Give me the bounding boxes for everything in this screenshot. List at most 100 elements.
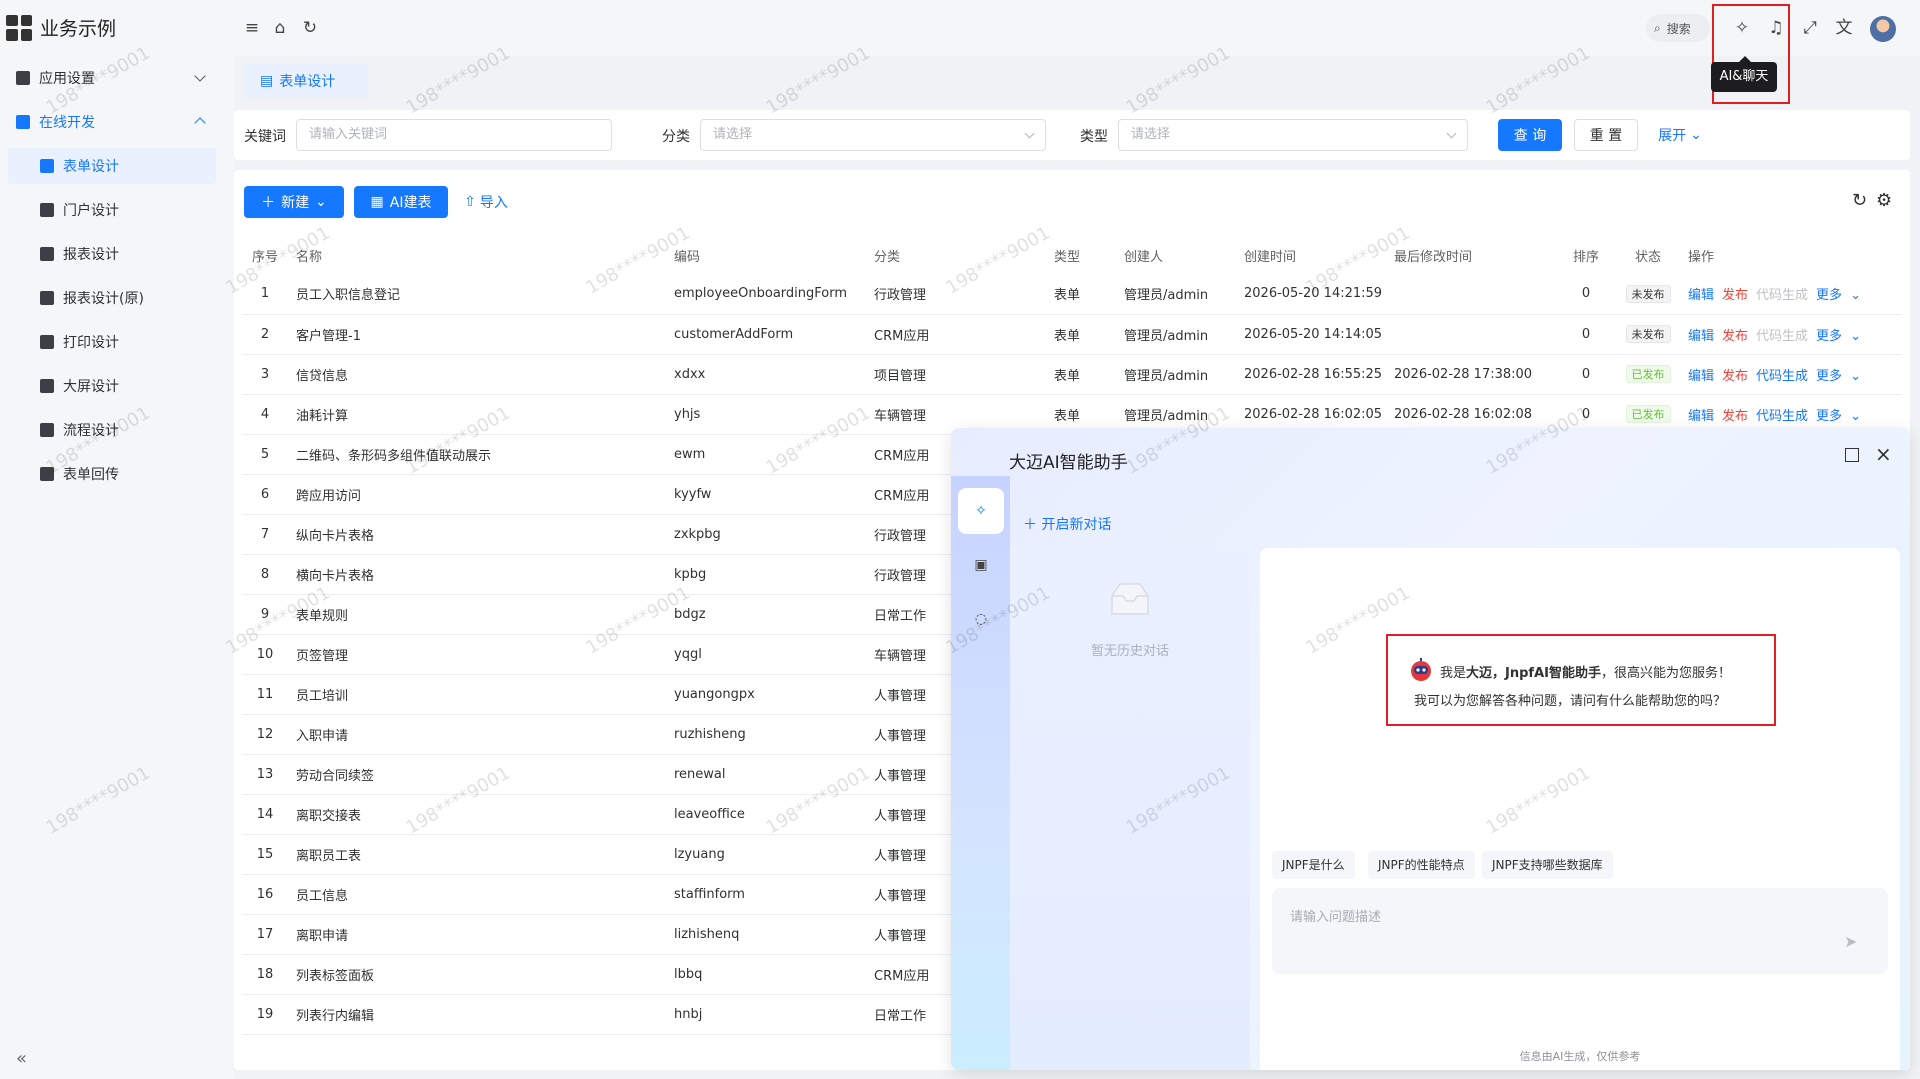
- status-badge: 已发布: [1625, 365, 1671, 383]
- more-link[interactable]: 更多: [1816, 369, 1842, 384]
- publish-link[interactable]: 发布: [1722, 288, 1748, 303]
- type-placeholder: 请选择: [1131, 127, 1171, 142]
- upload-icon: ⇧: [464, 194, 476, 210]
- sidebar-item-report-design-legacy[interactable]: 报表设计(原): [0, 280, 218, 316]
- keyword-input[interactable]: 请输入关键词: [296, 119, 612, 151]
- sidebar-group-online-dev[interactable]: 在线开发: [0, 104, 218, 140]
- table-cell-code: zxkpbg: [666, 514, 866, 555]
- table-cell-sort: 0: [1556, 354, 1616, 395]
- menu-toggle-icon[interactable]: ≡: [242, 18, 262, 38]
- translate-icon[interactable]: 文: [1834, 18, 1854, 38]
- sidebar-item-report-design[interactable]: 报表设计: [0, 236, 218, 272]
- new-button[interactable]: ＋ 新建 ⌄: [244, 186, 344, 218]
- collapse-sidebar-icon[interactable]: «: [16, 1048, 27, 1069]
- message-icon[interactable]: ◌: [958, 596, 1004, 642]
- robot-avatar-icon: [1411, 658, 1431, 681]
- chevron-down-icon: ⌄: [1850, 288, 1861, 304]
- table-cell-creator: 管理员/admin: [1116, 274, 1236, 315]
- col-header: 状态: [1616, 236, 1680, 274]
- table-cell-mtime: [1386, 314, 1556, 355]
- table-cell-code: renewal: [666, 754, 866, 795]
- table-row[interactable]: 3 信贷信息 xdxx 项目管理 表单 管理员/admin 2026-02-28 16:55…: [242, 354, 1902, 395]
- publish-link[interactable]: 发布: [1722, 329, 1748, 344]
- printer-icon: [40, 335, 54, 349]
- gear-icon[interactable]: ⚙: [1876, 190, 1892, 211]
- sidebar-item-portal-design[interactable]: 门户设计: [0, 192, 218, 228]
- app-title: 业务示例: [40, 18, 117, 40]
- table-cell-ctime: 2026-05-20 14:21:59: [1236, 274, 1386, 315]
- publish-link[interactable]: 发布: [1722, 369, 1748, 384]
- codegen-link[interactable]: 代码生成: [1756, 409, 1808, 424]
- ai-build-label: AI建表: [389, 195, 432, 211]
- question-input[interactable]: 请输入问题描述 ➤: [1272, 888, 1888, 974]
- table-cell-name: 横向卡片表格: [288, 554, 666, 595]
- table-cell-ops: 编辑 发布 代码生成 更多 ⌄: [1680, 354, 1902, 395]
- table-cell-no: 17: [242, 914, 288, 955]
- contact-icon[interactable]: ▣: [958, 542, 1004, 588]
- bell-icon[interactable]: ♫: [1766, 18, 1786, 38]
- maximize-icon[interactable]: [1845, 448, 1859, 462]
- plus-icon: ＋: [1023, 517, 1037, 533]
- more-link[interactable]: 更多: [1816, 288, 1842, 303]
- tab-form-design[interactable]: ▤ 表单设计: [244, 64, 368, 98]
- refresh-icon[interactable]: ↻: [1852, 190, 1867, 211]
- chevron-down-icon: ⌄: [315, 194, 327, 210]
- chat-history: 暂无历史对话: [1010, 548, 1250, 1070]
- codegen-link[interactable]: 代码生成: [1756, 288, 1808, 303]
- reset-button[interactable]: 重 置: [1574, 119, 1638, 151]
- chevron-down-icon: ⌄: [1850, 408, 1861, 424]
- query-button[interactable]: 查 询: [1498, 119, 1562, 151]
- ai-chat-icon[interactable]: ✧: [1732, 18, 1752, 38]
- type-select[interactable]: 请选择: [1118, 119, 1468, 151]
- codegen-link[interactable]: 代码生成: [1756, 369, 1808, 384]
- new-chat-button[interactable]: ＋ 开启新对话: [1023, 514, 1111, 534]
- fullscreen-icon[interactable]: ⤢: [1800, 18, 1820, 38]
- table-cell-code: bdgz: [666, 594, 866, 635]
- sidebar-item-label: 打印设计: [63, 335, 119, 351]
- send-icon[interactable]: ➤: [1844, 932, 1874, 958]
- col-header: 操作: [1680, 236, 1902, 274]
- header-search[interactable]: ⌕ 搜索: [1646, 14, 1710, 42]
- table-cell-type: 表单: [1046, 274, 1116, 315]
- suggestion-chip[interactable]: JNPF是什么: [1272, 851, 1355, 879]
- table-cell-no: 13: [242, 754, 288, 795]
- sidebar-item-form-design[interactable]: 表单设计: [8, 148, 216, 184]
- refresh-icon[interactable]: ↻: [300, 18, 320, 38]
- category-select[interactable]: 请选择: [700, 119, 1046, 151]
- more-link[interactable]: 更多: [1816, 329, 1842, 344]
- col-header: 创建人: [1116, 236, 1236, 274]
- avatar[interactable]: [1870, 16, 1896, 42]
- home-icon[interactable]: ⌂: [270, 18, 290, 38]
- close-icon[interactable]: ×: [1875, 442, 1892, 466]
- import-button[interactable]: ⇧ 导入: [456, 186, 516, 218]
- codegen-link[interactable]: 代码生成: [1756, 329, 1808, 344]
- table-cell-code: yhjs: [666, 394, 866, 435]
- edit-link[interactable]: 编辑: [1688, 409, 1714, 424]
- ai-chat-icon[interactable]: ✧: [958, 488, 1004, 534]
- suggestion-chip[interactable]: JNPF的性能特点: [1368, 851, 1475, 879]
- table-cell-no: 7: [242, 514, 288, 555]
- welcome-line-2: 我可以为您解答各种问题，请问有什么能帮助您的吗？: [1414, 694, 1727, 709]
- sidebar-item-screen-design[interactable]: 大屏设计: [0, 368, 218, 404]
- publish-link[interactable]: 发布: [1722, 409, 1748, 424]
- sidebar-item-form-callback[interactable]: 表单回传: [0, 456, 218, 492]
- sidebar-item-print-design[interactable]: 打印设计: [0, 324, 218, 360]
- edit-link[interactable]: 编辑: [1688, 329, 1714, 344]
- suggestion-chip[interactable]: JNPF支持哪些数据库: [1482, 851, 1613, 879]
- category-label: 分类: [662, 129, 690, 145]
- sidebar-group-label: 在线开发: [39, 115, 95, 131]
- table-cell-mtime: 2026-02-28 17:38:00: [1386, 354, 1556, 395]
- form-icon: [40, 159, 54, 173]
- table-cell-ops: 编辑 发布 代码生成 更多 ⌄: [1680, 314, 1902, 355]
- edit-link[interactable]: 编辑: [1688, 369, 1714, 384]
- expand-button[interactable]: 展开 ⌄: [1650, 119, 1710, 151]
- sidebar-item-flow-design[interactable]: 流程设计: [0, 412, 218, 448]
- ai-build-button[interactable]: ▦ AI建表: [354, 186, 448, 218]
- ai-side-rail: ✧ ▣ ◌: [951, 476, 1010, 1070]
- edit-link[interactable]: 编辑: [1688, 288, 1714, 303]
- table-row[interactable]: 2 客户管理-1 customerAddForm CRM应用 表单 管理员/admin 20…: [242, 314, 1902, 355]
- sidebar-group-app-settings[interactable]: 应用设置: [0, 60, 218, 96]
- table-row[interactable]: 1 员工入职信息登记 employeeOnboardingForm 行政管理 表单 管理员…: [242, 274, 1902, 315]
- app-logo[interactable]: 业务示例: [6, 14, 116, 41]
- more-link[interactable]: 更多: [1816, 409, 1842, 424]
